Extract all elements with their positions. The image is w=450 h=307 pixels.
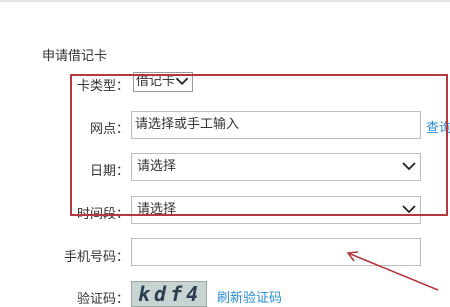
top-divider (0, 0, 450, 2)
annotation-highlight-box (70, 74, 448, 216)
page-title: 申请借记卡 (42, 49, 108, 64)
captcha-image[interactable]: kdf4 (131, 281, 207, 307)
phone-input[interactable] (131, 238, 421, 266)
phone-label: 手机号码： (64, 250, 130, 265)
captcha-label: 验证码： (77, 292, 130, 307)
refresh-captcha-link[interactable]: 刷新验证码 (217, 287, 282, 306)
